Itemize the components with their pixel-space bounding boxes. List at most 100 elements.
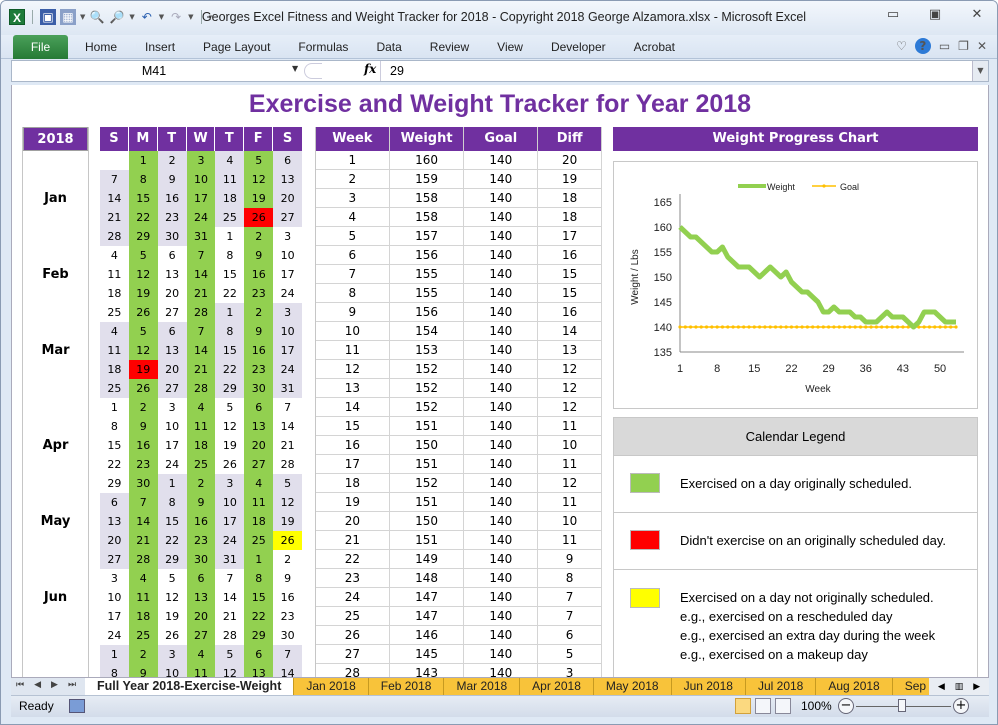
calendar-day[interactable]: 19 bbox=[273, 512, 303, 531]
workbook-restore-icon[interactable]: ❐ bbox=[958, 39, 969, 53]
goal-cell[interactable]: 140 bbox=[464, 436, 539, 454]
calendar-day[interactable]: 2 bbox=[157, 151, 187, 170]
diff-cell[interactable]: 13 bbox=[538, 341, 602, 359]
diff-cell[interactable]: 7 bbox=[538, 588, 602, 606]
calendar-day[interactable]: 17 bbox=[273, 265, 303, 284]
diff-cell[interactable]: 12 bbox=[538, 398, 602, 416]
goal-cell[interactable]: 140 bbox=[464, 246, 539, 264]
workbook-minimize-icon[interactable]: ▭ bbox=[939, 39, 950, 53]
page-break-view-icon[interactable] bbox=[775, 698, 791, 714]
calendar-day[interactable]: 11 bbox=[244, 493, 274, 512]
calendar-day[interactable]: 11 bbox=[128, 588, 158, 607]
calendar-day[interactable]: 22 bbox=[215, 360, 245, 379]
calendar-day[interactable]: 28 bbox=[100, 227, 129, 246]
calendar-day[interactable]: 9 bbox=[128, 417, 158, 436]
weight-cell[interactable]: 147 bbox=[390, 588, 465, 606]
calendar-day[interactable]: 9 bbox=[244, 246, 274, 265]
calendar-day[interactable]: 27 bbox=[273, 208, 303, 227]
diff-cell[interactable]: 20 bbox=[538, 151, 602, 169]
calendar-day[interactable]: 30 bbox=[186, 550, 216, 569]
calendar-day[interactable]: 7 bbox=[186, 246, 216, 265]
diff-cell[interactable]: 10 bbox=[538, 512, 602, 530]
calendar-day[interactable]: 1 bbox=[128, 151, 158, 170]
calendar-day[interactable]: 31 bbox=[215, 550, 245, 569]
tab-file[interactable]: File bbox=[13, 35, 68, 59]
weight-cell[interactable]: 148 bbox=[390, 569, 465, 587]
calendar-day[interactable]: 14 bbox=[186, 341, 216, 360]
calendar-day[interactable]: 21 bbox=[215, 607, 245, 626]
calendar-day[interactable]: 31 bbox=[273, 379, 303, 398]
tab-review[interactable]: Review bbox=[430, 40, 469, 54]
weight-cell[interactable]: 151 bbox=[390, 455, 465, 473]
formula-bar-handle[interactable] bbox=[304, 63, 322, 79]
week-cell[interactable]: 26 bbox=[316, 626, 390, 644]
goal-cell[interactable]: 140 bbox=[464, 607, 539, 625]
sheet-tab[interactable]: Aug 2018 bbox=[816, 678, 893, 696]
calendar-day[interactable]: 3 bbox=[100, 569, 129, 588]
weight-cell[interactable]: 157 bbox=[390, 227, 465, 245]
goal-cell[interactable]: 140 bbox=[464, 360, 539, 378]
calendar-day[interactable]: 20 bbox=[186, 607, 216, 626]
weight-cell[interactable]: 158 bbox=[390, 208, 465, 226]
week-cell[interactable]: 22 bbox=[316, 550, 390, 568]
calendar-day[interactable]: 8 bbox=[128, 170, 158, 189]
calendar-day[interactable]: 12 bbox=[128, 341, 158, 360]
calendar-day[interactable]: 9 bbox=[157, 170, 187, 189]
calendar-day[interactable]: 24 bbox=[157, 455, 187, 474]
sheet-tab[interactable]: Jul 2018 bbox=[745, 678, 817, 696]
calendar-day[interactable]: 25 bbox=[244, 531, 274, 550]
week-cell[interactable]: 9 bbox=[316, 303, 390, 321]
calendar-day[interactable]: 1 bbox=[215, 227, 245, 246]
calendar-day[interactable]: 21 bbox=[186, 360, 216, 379]
calendar-day[interactable]: 21 bbox=[100, 208, 129, 227]
week-cell[interactable]: 12 bbox=[316, 360, 390, 378]
calendar-day[interactable]: 19 bbox=[157, 607, 187, 626]
week-cell[interactable]: 8 bbox=[316, 284, 390, 302]
prev-sheet-icon[interactable]: ◀ bbox=[34, 680, 41, 690]
calendar-day[interactable]: 20 bbox=[273, 189, 303, 208]
calendar-day[interactable]: 26 bbox=[215, 455, 245, 474]
calendar-day[interactable]: 29 bbox=[244, 626, 274, 645]
calendar-day[interactable]: 28 bbox=[186, 303, 216, 322]
calendar-day[interactable]: 25 bbox=[100, 379, 129, 398]
sheet-tab[interactable]: Apr 2018 bbox=[520, 678, 594, 696]
calendar-day[interactable]: 18 bbox=[244, 512, 274, 531]
calendar-day[interactable]: 13 bbox=[273, 170, 303, 189]
tab-data[interactable]: Data bbox=[376, 40, 401, 54]
calendar-day[interactable]: 22 bbox=[128, 208, 158, 227]
calendar-day[interactable]: 7 bbox=[100, 170, 129, 189]
calendar-day[interactable]: 12 bbox=[215, 417, 245, 436]
calendar-day[interactable]: 6 bbox=[100, 493, 129, 512]
calendar-day[interactable]: 18 bbox=[100, 360, 129, 379]
name-box[interactable]: M41 bbox=[12, 61, 297, 81]
sheet-tab[interactable]: Full Year 2018-Exercise-Weight bbox=[85, 678, 295, 696]
weight-cell[interactable]: 145 bbox=[390, 645, 465, 663]
calendar-day[interactable]: 5 bbox=[215, 645, 245, 664]
week-cell[interactable]: 10 bbox=[316, 322, 390, 340]
next-sheet-icon[interactable]: ▶ bbox=[51, 680, 58, 690]
goal-cell[interactable]: 140 bbox=[464, 227, 539, 245]
calendar-day[interactable]: 4 bbox=[100, 322, 129, 341]
diff-cell[interactable]: 12 bbox=[538, 360, 602, 378]
calendar-day[interactable]: 1 bbox=[157, 474, 187, 493]
calendar-day[interactable]: 24 bbox=[215, 531, 245, 550]
calendar-day[interactable]: 11 bbox=[186, 664, 216, 677]
calendar-day[interactable]: 12 bbox=[273, 493, 303, 512]
calendar-day[interactable]: 27 bbox=[186, 626, 216, 645]
weight-cell[interactable]: 150 bbox=[390, 436, 465, 454]
calendar-day[interactable]: 29 bbox=[157, 550, 187, 569]
week-cell[interactable]: 13 bbox=[316, 379, 390, 397]
weight-cell[interactable]: 156 bbox=[390, 246, 465, 264]
calendar-day[interactable]: 15 bbox=[100, 436, 129, 455]
calendar-day[interactable]: 6 bbox=[157, 322, 187, 341]
calendar-day[interactable]: 14 bbox=[273, 417, 303, 436]
weight-cell[interactable]: 151 bbox=[390, 417, 465, 435]
goal-cell[interactable]: 140 bbox=[464, 341, 539, 359]
calendar-day[interactable]: 19 bbox=[128, 284, 158, 303]
calendar-day[interactable]: 4 bbox=[186, 645, 216, 664]
calendar-day[interactable]: 19 bbox=[128, 360, 158, 379]
weight-cell[interactable]: 152 bbox=[390, 398, 465, 416]
page-layout-view-icon[interactable] bbox=[755, 698, 771, 714]
sheet-tab[interactable]: Feb 2018 bbox=[368, 678, 445, 696]
calendar-day[interactable]: 3 bbox=[157, 645, 187, 664]
